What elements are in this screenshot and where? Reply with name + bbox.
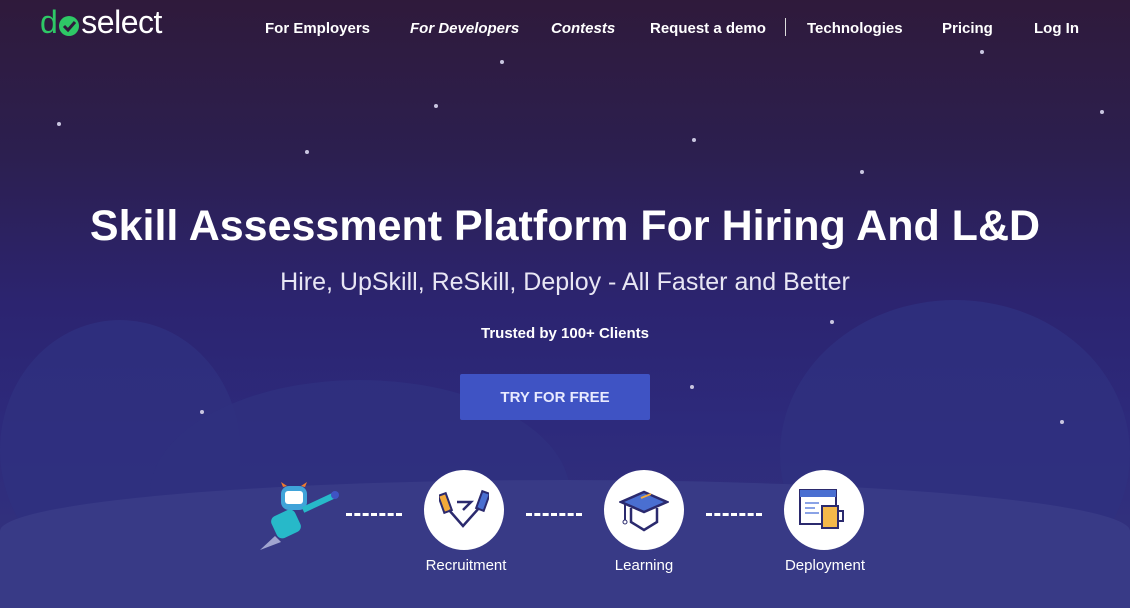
star [980, 50, 984, 54]
nav-divider [785, 18, 786, 36]
nav-for-developers[interactable]: For Developers [410, 20, 519, 37]
star [305, 150, 309, 154]
star [1060, 420, 1064, 424]
star [1100, 110, 1104, 114]
logo-suffix: select [81, 4, 162, 40]
step-label-recruitment: Recruitment [425, 557, 507, 574]
step-deployment [784, 470, 864, 550]
star [200, 410, 204, 414]
doselect-logo[interactable]: d select [40, 4, 162, 41]
step-recruitment [424, 470, 504, 550]
star [692, 138, 696, 142]
nav-contests[interactable]: Contests [551, 20, 615, 37]
connector-dashes [526, 513, 582, 516]
hero-title: Skill Assessment Platform For Hiring And… [89, 202, 1041, 250]
nav-for-employers[interactable]: For Employers [265, 20, 370, 37]
star [830, 320, 834, 324]
logo-prefix: d [40, 4, 58, 40]
step-label-deployment: Deployment [784, 557, 866, 574]
robot-mascot-icon [260, 482, 339, 550]
nav-login[interactable]: Log In [1034, 20, 1079, 37]
connector-dashes [706, 513, 762, 516]
check-circle-icon [59, 15, 80, 36]
cloud [0, 480, 1130, 608]
hero-subtitle: Hire, UpSkill, ReSkill, Deploy - All Fas… [280, 268, 850, 296]
trusted-clients: Trusted by 100+ Clients [481, 325, 649, 342]
try-for-free-button[interactable]: TRY FOR FREE [460, 374, 650, 420]
graduation-cap-icon [619, 490, 669, 532]
star [860, 170, 864, 174]
nav-technologies[interactable]: Technologies [807, 20, 903, 37]
star [690, 385, 694, 389]
star [500, 60, 504, 64]
code-window-mug-icon [799, 489, 844, 529]
step-label-learning: Learning [614, 557, 674, 574]
nav-request-demo[interactable]: Request a demo [650, 20, 766, 37]
star [57, 122, 61, 126]
step-learning [604, 470, 684, 550]
star [434, 104, 438, 108]
connector-dashes [346, 513, 402, 516]
handshake-icon [439, 489, 489, 528]
nav-pricing[interactable]: Pricing [942, 20, 993, 37]
